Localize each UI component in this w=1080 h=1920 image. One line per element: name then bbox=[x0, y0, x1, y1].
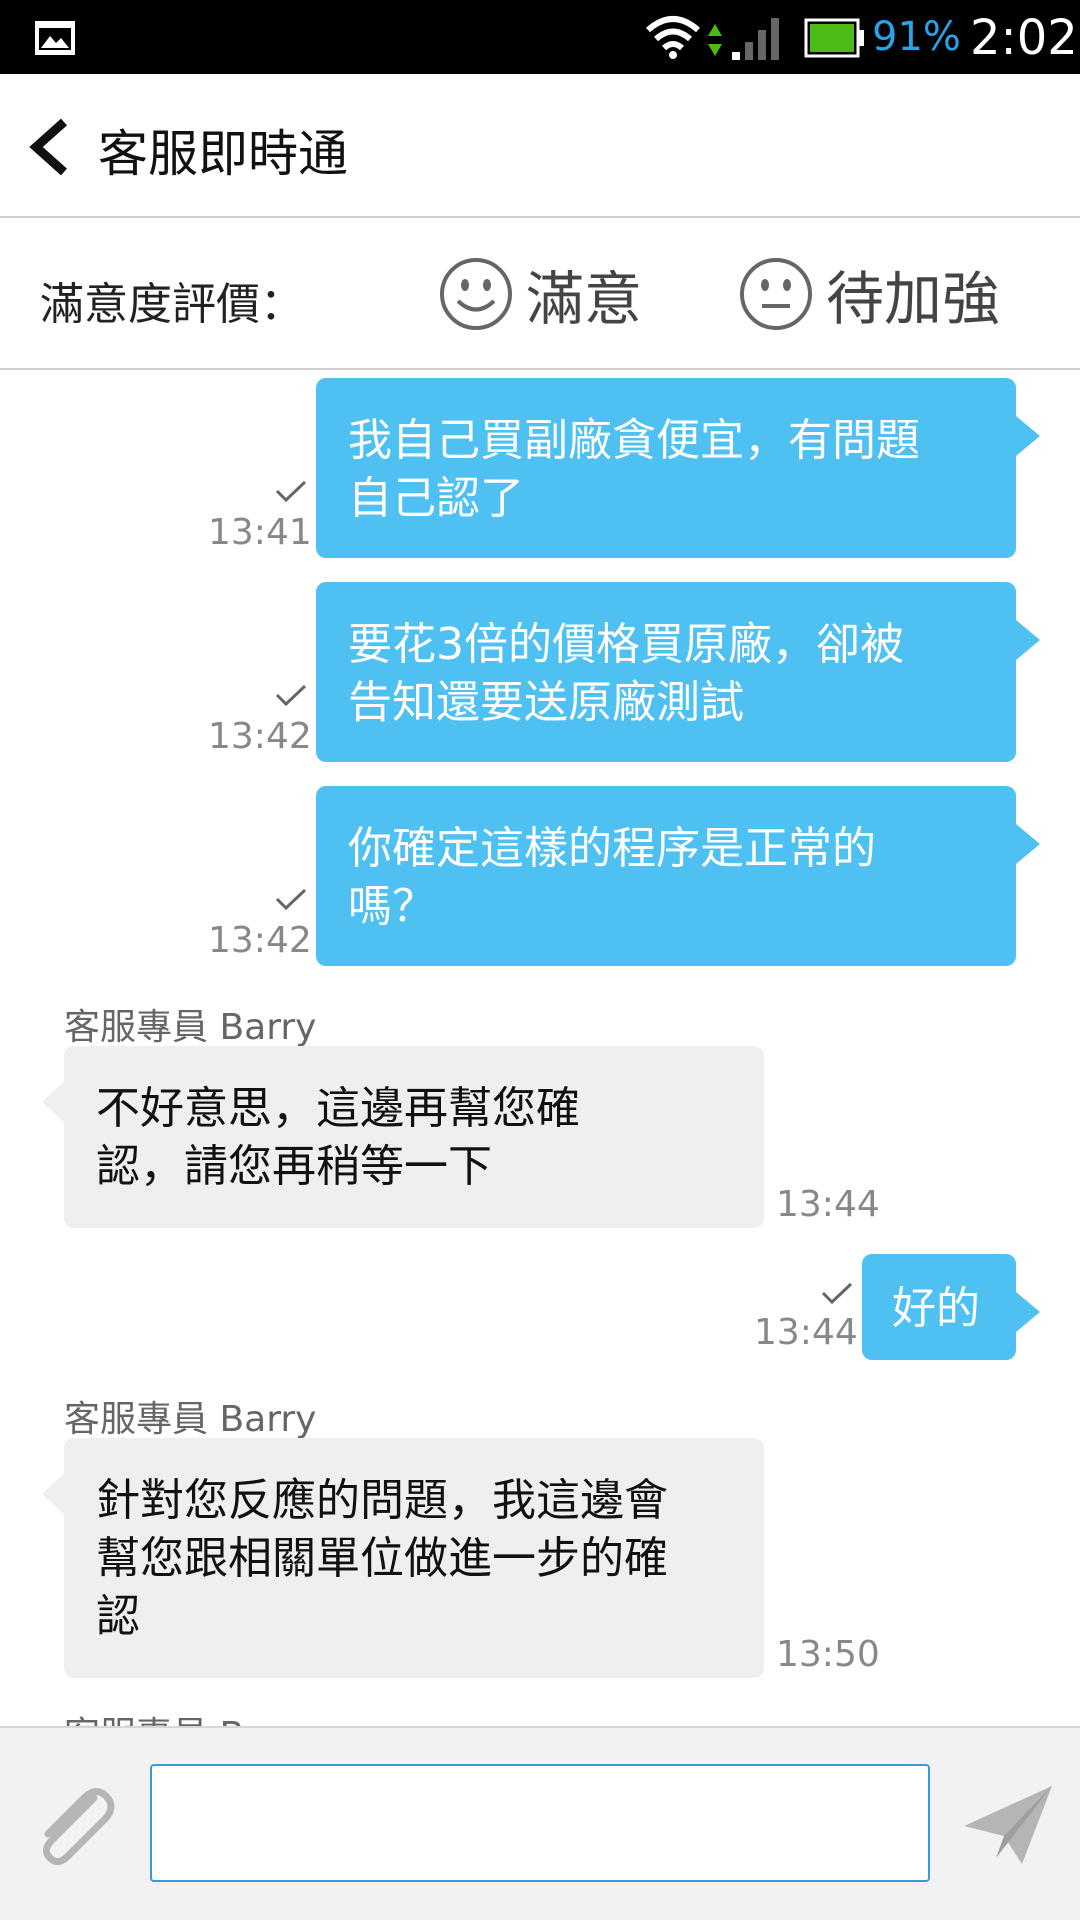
sender-name: 客服專員 Barry bbox=[64, 1706, 316, 1726]
message-line: 不好意思，這邊再幫您確 bbox=[96, 1083, 580, 1134]
wifi-icon bbox=[646, 16, 700, 59]
data-arrows-icon bbox=[708, 24, 722, 56]
rate-satisfied-button[interactable]: 滿意 bbox=[438, 254, 642, 334]
outgoing-message-bubble[interactable]: 你確定這樣的程序是正常的 嗎？ bbox=[316, 786, 1040, 966]
paperclip-icon[interactable] bbox=[24, 1778, 122, 1876]
message-line: 認，請您再稍等一下 bbox=[96, 1141, 492, 1192]
status-bar: 91% 2:02 bbox=[0, 0, 1080, 74]
message-timestamp: 13:42 bbox=[208, 920, 312, 961]
page-title: 客服即時通 bbox=[98, 125, 348, 183]
sender-name: 客服專員 Barry bbox=[64, 1007, 317, 1048]
message-timestamp: 13:50 bbox=[776, 1634, 880, 1675]
outgoing-message-bubble[interactable]: 要花3倍的價格買原廠，卻被 告知還要送原廠測試 bbox=[316, 582, 1040, 762]
gallery-icon bbox=[35, 21, 75, 55]
battery-percent: 91% bbox=[872, 14, 961, 60]
sent-check-icon bbox=[275, 888, 307, 911]
sent-check-icon bbox=[821, 1282, 853, 1305]
neutral-face-icon bbox=[740, 258, 812, 330]
message-timestamp: 13:44 bbox=[754, 1312, 858, 1353]
rating-label: 滿意度評價： bbox=[40, 279, 304, 330]
message-input[interactable] bbox=[150, 1764, 930, 1882]
message-line: 自己認了 bbox=[348, 473, 524, 524]
outgoing-message-bubble[interactable]: 好的 bbox=[862, 1254, 1040, 1360]
message-line: 我自己買副廠貪便宜，有問題 bbox=[348, 415, 920, 466]
rate-needs-improvement-label: 待加強 bbox=[826, 265, 1001, 333]
status-clock: 2:02 bbox=[970, 10, 1078, 66]
rate-needs-improvement-button[interactable]: 待加強 bbox=[738, 254, 1000, 334]
signal-icon bbox=[732, 18, 779, 60]
smile-face-icon bbox=[440, 258, 512, 330]
outgoing-message-bubble[interactable]: 我自己買副廠貪便宜，有問題 自己認了 bbox=[316, 378, 1040, 558]
message-line: 認 bbox=[96, 1591, 140, 1642]
battery-icon bbox=[804, 18, 864, 58]
message-line: 針對您反應的問題，我這邊會 bbox=[96, 1475, 668, 1526]
sender-name: 客服專員 Barry bbox=[64, 1399, 317, 1440]
send-icon[interactable] bbox=[960, 1782, 1056, 1868]
message-line: 幫您跟相關單位做進一步的確 bbox=[96, 1533, 668, 1584]
message-timestamp: 13:41 bbox=[208, 512, 312, 553]
message-line: 要花3倍的價格買原廠，卻被 bbox=[348, 619, 904, 670]
incoming-message-bubble[interactable]: 針對您反應的問題，我這邊會 幫您跟相關單位做進一步的確 認 bbox=[42, 1438, 764, 1678]
chat-message-list[interactable]: 我自己買副廠貪便宜，有問題 自己認了 13:41 要花3倍的價格買原廠，卻被 告… bbox=[0, 372, 1080, 1726]
rate-satisfied-label: 滿意 bbox=[526, 265, 643, 333]
message-line: 嗎？ bbox=[348, 881, 436, 932]
sent-check-icon bbox=[275, 480, 307, 503]
message-line: 告知還要送原廠測試 bbox=[348, 677, 744, 728]
app-header: 客服即時通 bbox=[0, 74, 1080, 218]
message-line: 你確定這樣的程序是正常的 bbox=[348, 823, 876, 874]
message-timestamp: 13:44 bbox=[776, 1184, 880, 1225]
incoming-message-bubble[interactable]: 不好意思，這邊再幫您確 認，請您再稍等一下 bbox=[42, 1046, 764, 1228]
message-input-bar bbox=[0, 1726, 1080, 1920]
satisfaction-rating-bar: 滿意度評價： 滿意 待加強 bbox=[0, 218, 1080, 370]
back-arrow-icon[interactable] bbox=[26, 116, 74, 178]
message-line: 好的 bbox=[892, 1283, 980, 1334]
message-timestamp: 13:42 bbox=[208, 716, 312, 757]
sent-check-icon bbox=[275, 684, 307, 707]
